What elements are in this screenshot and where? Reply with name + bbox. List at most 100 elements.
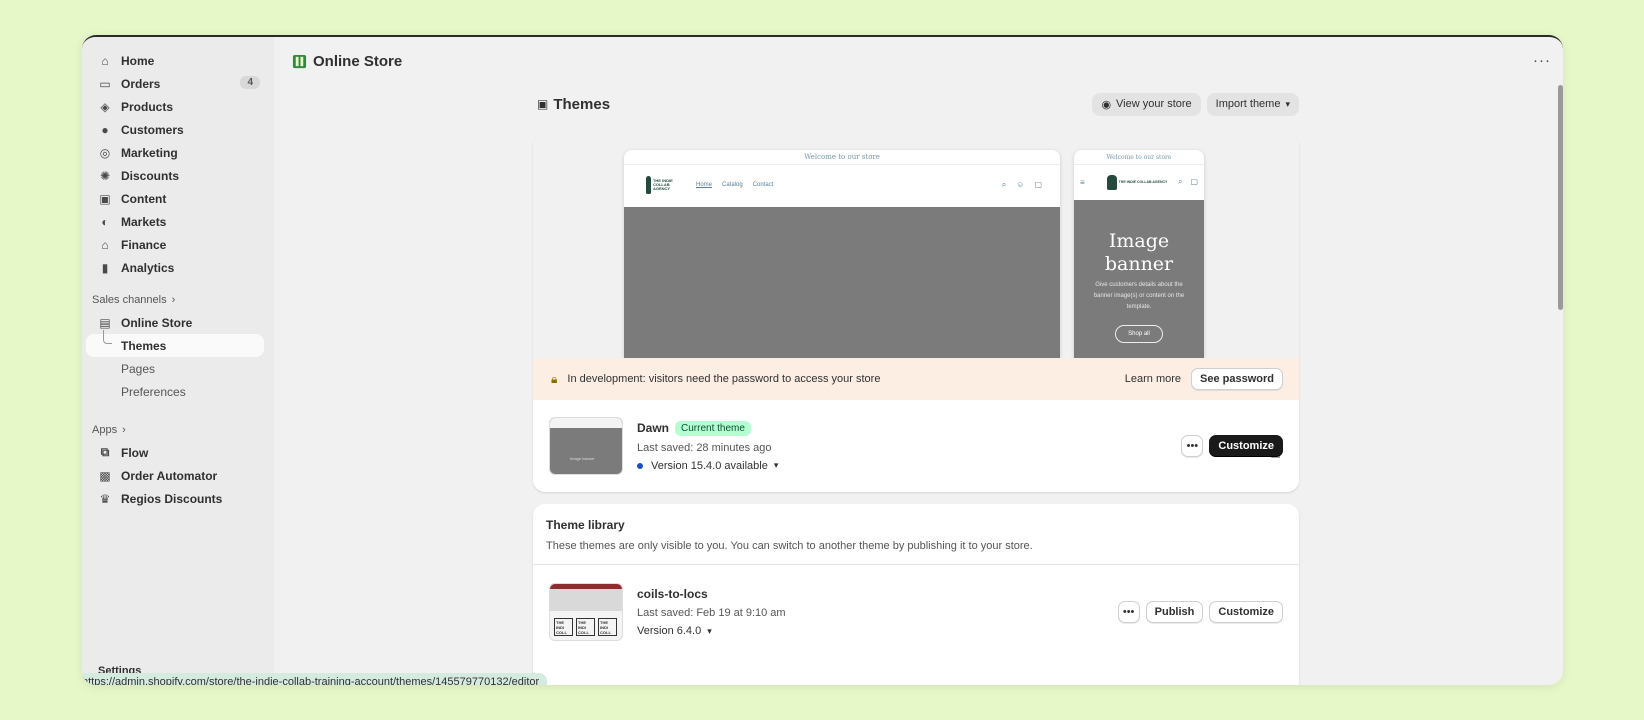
account-icon: ☺ <box>1016 180 1025 189</box>
theme-thumbnail[interactable]: Image banner <box>549 417 623 475</box>
sidebar-item-order-automator[interactable]: ▩ Order Automator <box>86 464 264 487</box>
sidebar-item-pages[interactable]: Pages <box>86 357 264 380</box>
shop-all-button: Shop all <box>1115 325 1163 343</box>
sidebar-item-themes[interactable]: Themes <box>86 330 264 357</box>
sidebar-item-regios-discounts[interactable]: ♛ Regios Discounts <box>86 487 264 510</box>
sidebar-item-products[interactable]: ◈ Products <box>86 95 264 118</box>
chevron-down-icon: ▾ <box>773 460 779 470</box>
sidebar-item-label: Online Store <box>121 315 193 330</box>
target-icon: ◎ <box>99 145 111 160</box>
store-logo: THE INDIE COLLAB AGENCY <box>1106 174 1167 190</box>
tree-connector <box>103 330 112 344</box>
eye-icon: ◉ <box>1101 98 1112 111</box>
online-store-icon <box>292 54 307 68</box>
sidebar-item-label: Themes <box>121 338 167 353</box>
learn-more-link[interactable]: Learn more <box>1125 373 1181 385</box>
sidebar-item-label: Order Automator <box>121 468 218 483</box>
theme-name: Dawn <box>637 421 670 435</box>
sidebar-item-discounts[interactable]: ✺ Discounts <box>86 164 264 187</box>
topbar: Online Store ··· <box>274 37 1563 85</box>
sidebar-item-label: Analytics <box>121 260 175 275</box>
theme-library-description: These themes are only visible to you. Yo… <box>546 540 1033 552</box>
sidebar-item-home[interactable]: ⌂ Home <box>86 49 264 72</box>
theme-thumbnail[interactable]: THE INDI COLL THE INDI COLL THE INDI COLL <box>549 583 623 641</box>
sidebar-item-label: Marketing <box>121 145 178 160</box>
search-icon: ⌕ <box>1177 177 1183 186</box>
theme-library-card: Theme library These themes are only visi… <box>533 504 1299 685</box>
lock-icon: 🔒︎ <box>551 371 558 386</box>
view-store-button[interactable]: ◉ View your store <box>1092 92 1201 116</box>
home-icon: ⌂ <box>101 53 109 68</box>
chevron-down-icon: ▾ <box>1285 98 1290 109</box>
version-dropdown[interactable]: Version 6.4.0 ▾ <box>637 625 786 637</box>
theme-actions-button[interactable]: ••• <box>1117 601 1140 623</box>
sidebar-item-label: Orders <box>121 76 161 91</box>
sidebar-item-analytics[interactable]: ▮ Analytics <box>86 256 264 279</box>
sidebar-item-customers[interactable]: ● Customers <box>86 118 264 141</box>
sales-channels-heading[interactable]: Sales channels › <box>82 289 274 311</box>
scrollbar[interactable] <box>1558 85 1563 310</box>
sidebar-item-orders[interactable]: ▭ Orders 4 <box>86 72 264 95</box>
sidebar-item-label: Pages <box>121 361 156 376</box>
store-logo: THE INDIE COLLAB AGENCY <box>646 174 676 196</box>
current-theme-badge: Current theme <box>675 420 751 436</box>
preview-nav: Home Catalog Contact <box>696 182 774 188</box>
sidebar-item-online-store[interactable]: ▤ Online Store <box>86 311 264 334</box>
last-saved: Last saved: Feb 19 at 9:10 am <box>637 607 786 619</box>
sidebar-item-preferences[interactable]: Preferences <box>86 380 264 403</box>
person-icon: ● <box>101 122 109 137</box>
sidebar-item-label: Customers <box>121 122 184 137</box>
desktop-preview: Welcome to our store THE INDIE COLLAB AG… <box>624 150 1060 358</box>
sidebar-item-label: Content <box>121 191 167 206</box>
themes-header: ▣ Themes ◉ View your store Import theme ▾ <box>537 91 1299 117</box>
bar-chart-icon: ▮ <box>101 260 109 275</box>
cart-icon: ▢ <box>1190 177 1198 186</box>
mobile-preview: Welcome to our store ≡ THE INDIE COLLAB … <box>1074 150 1204 358</box>
current-theme-card: Welcome to our store THE INDIE COLLAB AG… <box>533 134 1299 492</box>
sidebar-item-label: Regios Discounts <box>121 491 223 506</box>
crown-icon: ♛ <box>99 491 111 506</box>
sidebar-item-label: Products <box>121 99 174 114</box>
sidebar-item-label: Markets <box>121 214 167 229</box>
theme-preview[interactable]: Welcome to our store THE INDIE COLLAB AG… <box>533 134 1299 358</box>
announcement-bar: Welcome to our store <box>624 150 1060 165</box>
image-banner: Image banner Give customers details abou… <box>1074 200 1204 358</box>
sidebar-item-label: Discounts <box>121 168 180 183</box>
sidebar-item-label: Flow <box>121 445 149 460</box>
pointer-cursor-icon: ☝ <box>1270 442 1281 462</box>
sidebar-item-label: Finance <box>121 237 167 252</box>
theme-library-title: Theme library <box>546 518 625 532</box>
theme-actions-button[interactable]: ••• <box>1181 435 1204 457</box>
orders-count-badge: 4 <box>240 76 260 89</box>
see-password-button[interactable]: See password <box>1191 368 1283 390</box>
version-update-dropdown[interactable]: Version 15.4.0 available ▾ <box>637 460 778 472</box>
library-theme-row: THE INDI COLL THE INDI COLL THE INDI COLL … <box>533 572 1299 652</box>
themes-title: ▣ Themes <box>537 95 611 113</box>
customize-button[interactable]: Customize <box>1209 601 1283 623</box>
update-dot <box>637 462 643 469</box>
sidebar-item-finance[interactable]: ⌂ Finance <box>86 233 264 256</box>
development-banner: 🔒︎ In development: visitors need the pas… <box>533 358 1299 400</box>
more-actions-icon[interactable]: ··· <box>1533 52 1551 69</box>
last-saved: Last saved: 28 minutes ago <box>637 441 772 454</box>
publish-button[interactable]: Publish <box>1145 601 1204 623</box>
development-text: In development: visitors need the passwo… <box>567 373 881 385</box>
import-theme-button[interactable]: Import theme ▾ <box>1206 92 1299 116</box>
chevron-down-icon: ▾ <box>707 625 712 636</box>
banner-text: Give customers details about the banner … <box>1093 282 1185 310</box>
sidebar-item-label: Preferences <box>121 384 186 399</box>
sidebar-item-content[interactable]: ▣ Content <box>86 187 264 210</box>
tag-icon: ◈ <box>100 99 110 114</box>
chevron-right-icon: › <box>171 294 176 306</box>
sidebar-item-label: Home <box>121 53 155 68</box>
status-bar-url: https://admin.shopify.com/store/the-indi… <box>82 673 548 685</box>
apps-heading[interactable]: Apps › <box>82 419 274 441</box>
sidebar-item-markets[interactable]: ◐ Markets <box>86 210 264 233</box>
store-icon: ▤ <box>99 315 111 330</box>
content-icon: ▣ <box>99 191 111 206</box>
sidebar-item-flow[interactable]: ⧉ Flow <box>86 441 264 464</box>
current-theme-row: Image banner Dawn Current theme Last save… <box>533 400 1299 492</box>
cart-icon: ▢ <box>1034 180 1042 189</box>
sidebar-item-marketing[interactable]: ◎ Marketing <box>86 141 264 164</box>
banner-heading: Image banner <box>1104 230 1174 275</box>
